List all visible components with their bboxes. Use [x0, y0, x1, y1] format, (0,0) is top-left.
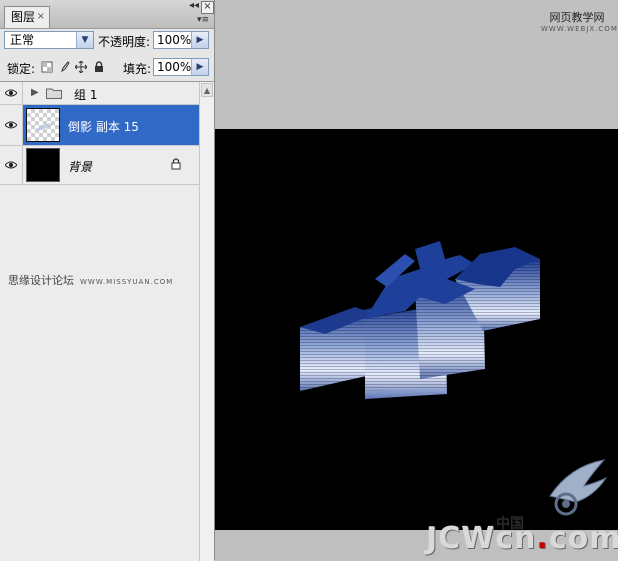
layers-scrollbar[interactable]: ▲	[199, 82, 214, 561]
folder-icon	[46, 88, 62, 99]
blend-opacity-row: 正常 ▼ 不透明度: 100% ▶	[0, 28, 214, 54]
watermark-left-url: WWW.MISSYUAN.COM	[80, 278, 174, 286]
panel-tab-bar: 图层 × ◂◂ × ▾≡	[0, 0, 214, 29]
watermark-bottom-brand: JCWcn.com	[426, 521, 618, 556]
layer-row-group[interactable]: ▶ 组 1	[0, 82, 199, 105]
layer-name: 倒影 副本 15	[68, 120, 139, 134]
move-icon[interactable]	[75, 61, 87, 73]
chevron-down-icon[interactable]: ▼	[76, 32, 93, 48]
watermark-left-text: 思缘设计论坛	[8, 274, 74, 287]
layer-row-selected[interactable]: 倒影 副本 15	[0, 105, 199, 146]
watermark-top-url: WWW.WEBJX.COM	[541, 25, 618, 33]
visibility-toggle[interactable]	[0, 82, 23, 104]
watermark-top-text: 网页教学网	[549, 11, 605, 24]
fill-value: 100%	[157, 60, 192, 74]
lock-icon	[171, 158, 181, 170]
tab-layers-label: 图层	[11, 10, 36, 24]
eye-icon[interactable]	[5, 120, 17, 130]
lock-transparent-icon[interactable]	[41, 61, 53, 73]
fill-slider-arrow-icon[interactable]: ▶	[191, 59, 208, 75]
fill-input[interactable]: 100% ▶	[153, 58, 209, 76]
lock-label: 锁定:	[7, 62, 36, 76]
blend-mode-value: 正常	[10, 33, 35, 47]
collapse-icon[interactable]: ◂◂	[188, 1, 200, 13]
scroll-up-icon[interactable]: ▲	[201, 83, 213, 97]
lock-fill-row: 锁定: 填充: 100% ▶	[0, 55, 214, 81]
layers-panel: 图层 × ◂◂ × ▾≡ 正常 ▼ 不透明度: 100% ▶ 锁定: 填充: 1…	[0, 0, 215, 561]
opacity-slider-arrow-icon[interactable]: ▶	[191, 32, 208, 48]
watermark-left: 思缘设计论坛 WWW.MISSYUAN.COM	[8, 272, 173, 288]
visibility-toggle[interactable]	[0, 146, 23, 184]
layers-list: ▶ 组 1 倒影 副本 15 背景 ▲	[0, 81, 214, 561]
brush-icon[interactable]	[58, 61, 70, 73]
tab-layers[interactable]: 图层 ×	[4, 6, 50, 28]
layer-name: 背景	[68, 160, 93, 174]
layer-name: 组 1	[74, 88, 98, 102]
opacity-input[interactable]: 100% ▶	[153, 31, 209, 49]
layer-thumbnail	[26, 108, 60, 142]
brand-post: com	[548, 521, 618, 556]
lock-icon[interactable]	[93, 61, 105, 73]
visibility-toggle[interactable]	[0, 105, 23, 145]
layer-thumbnail	[26, 148, 60, 182]
brand-pre: JCW	[426, 521, 496, 556]
panel-close-icon[interactable]: ×	[201, 1, 214, 14]
fill-label: 填充:	[123, 62, 152, 76]
layer-row-background[interactable]: 背景	[0, 146, 199, 185]
eye-icon[interactable]	[5, 88, 17, 98]
tab-close-icon[interactable]: ×	[37, 7, 45, 27]
expand-arrow-icon[interactable]: ▶	[31, 87, 39, 98]
brand-dot: .	[536, 521, 549, 556]
blend-mode-select[interactable]: 正常 ▼	[4, 31, 94, 49]
wing-logo-icon	[549, 459, 608, 516]
brand-mid: cn	[495, 521, 537, 556]
opacity-value: 100%	[157, 33, 192, 47]
thumbnail-art	[35, 123, 53, 131]
panel-menu-icon[interactable]: ▾≡	[197, 15, 209, 25]
opacity-label: 不透明度:	[98, 35, 151, 49]
eye-icon[interactable]	[5, 160, 17, 170]
watermark-top-right: 网页教学网 WWW.WEBJX.COM	[541, 9, 618, 33]
